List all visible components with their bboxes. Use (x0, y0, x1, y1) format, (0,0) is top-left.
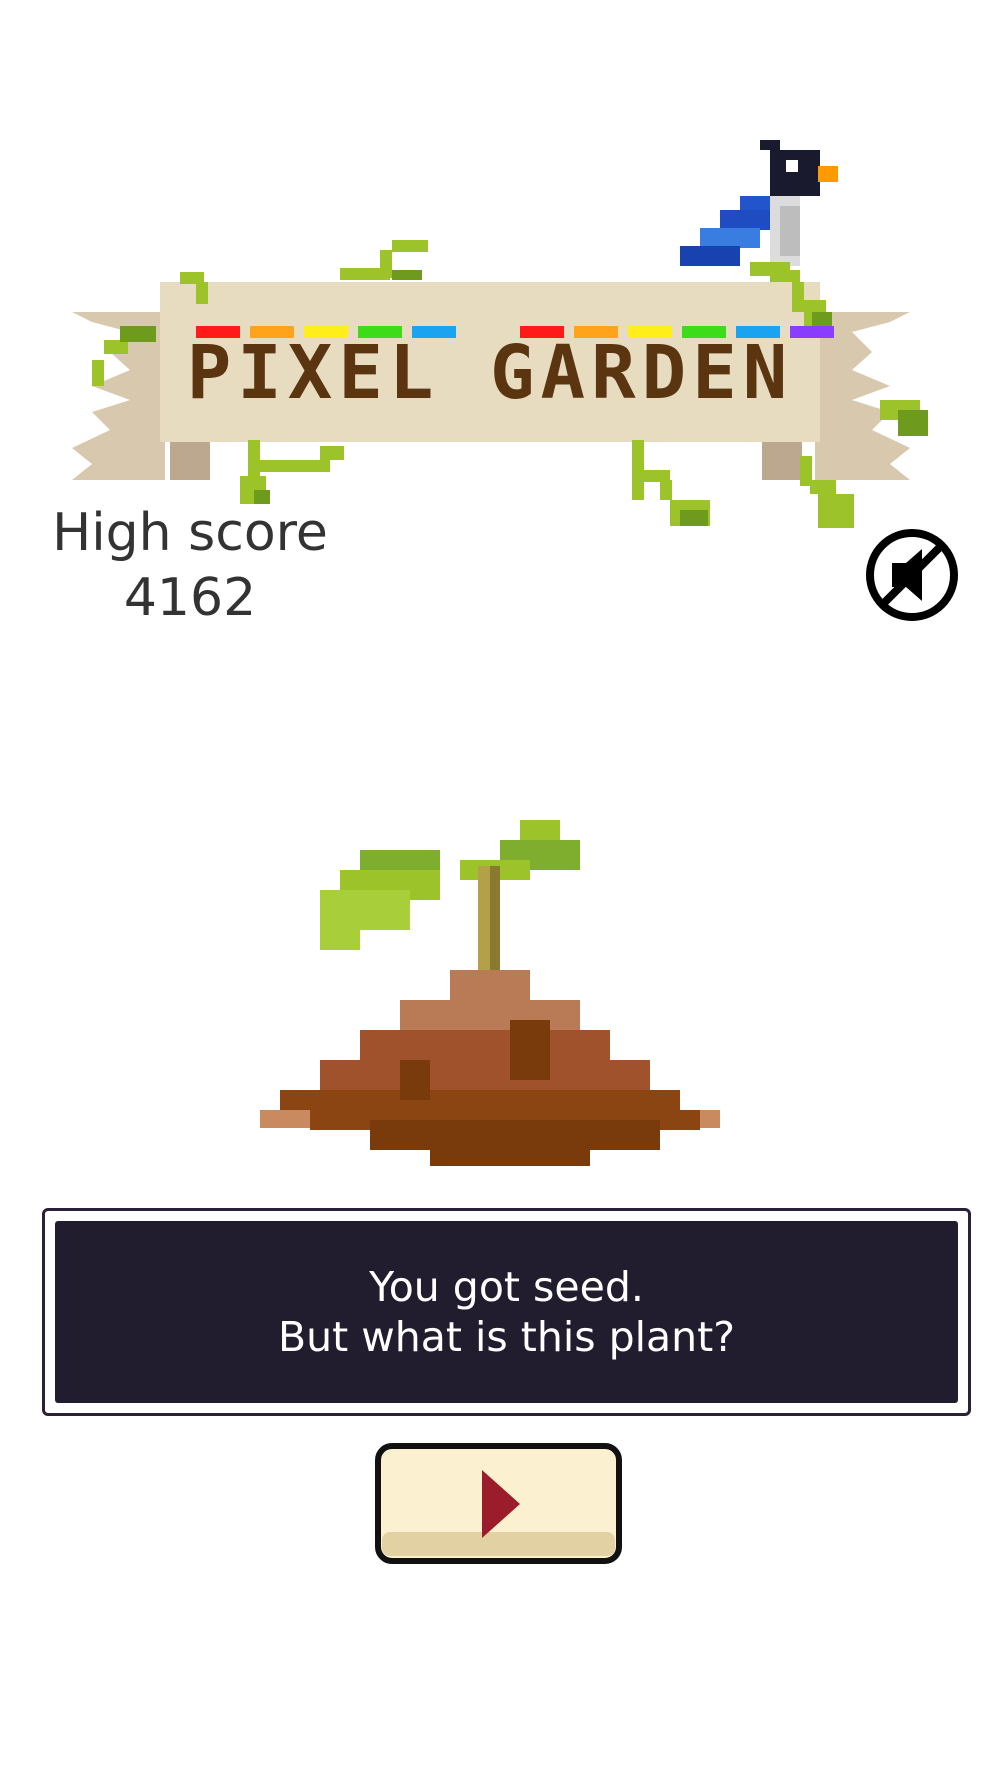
bluebird-icon (680, 140, 838, 276)
sound-toggle-button[interactable] (862, 525, 962, 625)
message-line-2: But what is this plant? (278, 1313, 735, 1361)
seedling-in-soil-icon (260, 820, 720, 1166)
high-score-label: High score (52, 503, 328, 563)
title-banner: PIXEL GARDEN (72, 140, 928, 528)
high-score-value: 4162 (123, 568, 257, 628)
title-text: PIXEL GARDEN (187, 330, 794, 416)
play-button[interactable] (372, 1440, 625, 1567)
sound-muted-icon (866, 529, 958, 621)
leaf-left (320, 850, 440, 950)
message-dialog-body: You got seed. But what is this plant? (55, 1221, 958, 1403)
play-button-frame (375, 1443, 622, 1564)
title-letter-cap (790, 326, 834, 338)
soil-mound (260, 970, 720, 1166)
message-dialog: You got seed. But what is this plant? (42, 1208, 971, 1416)
message-line-1: You got seed. (369, 1263, 644, 1311)
